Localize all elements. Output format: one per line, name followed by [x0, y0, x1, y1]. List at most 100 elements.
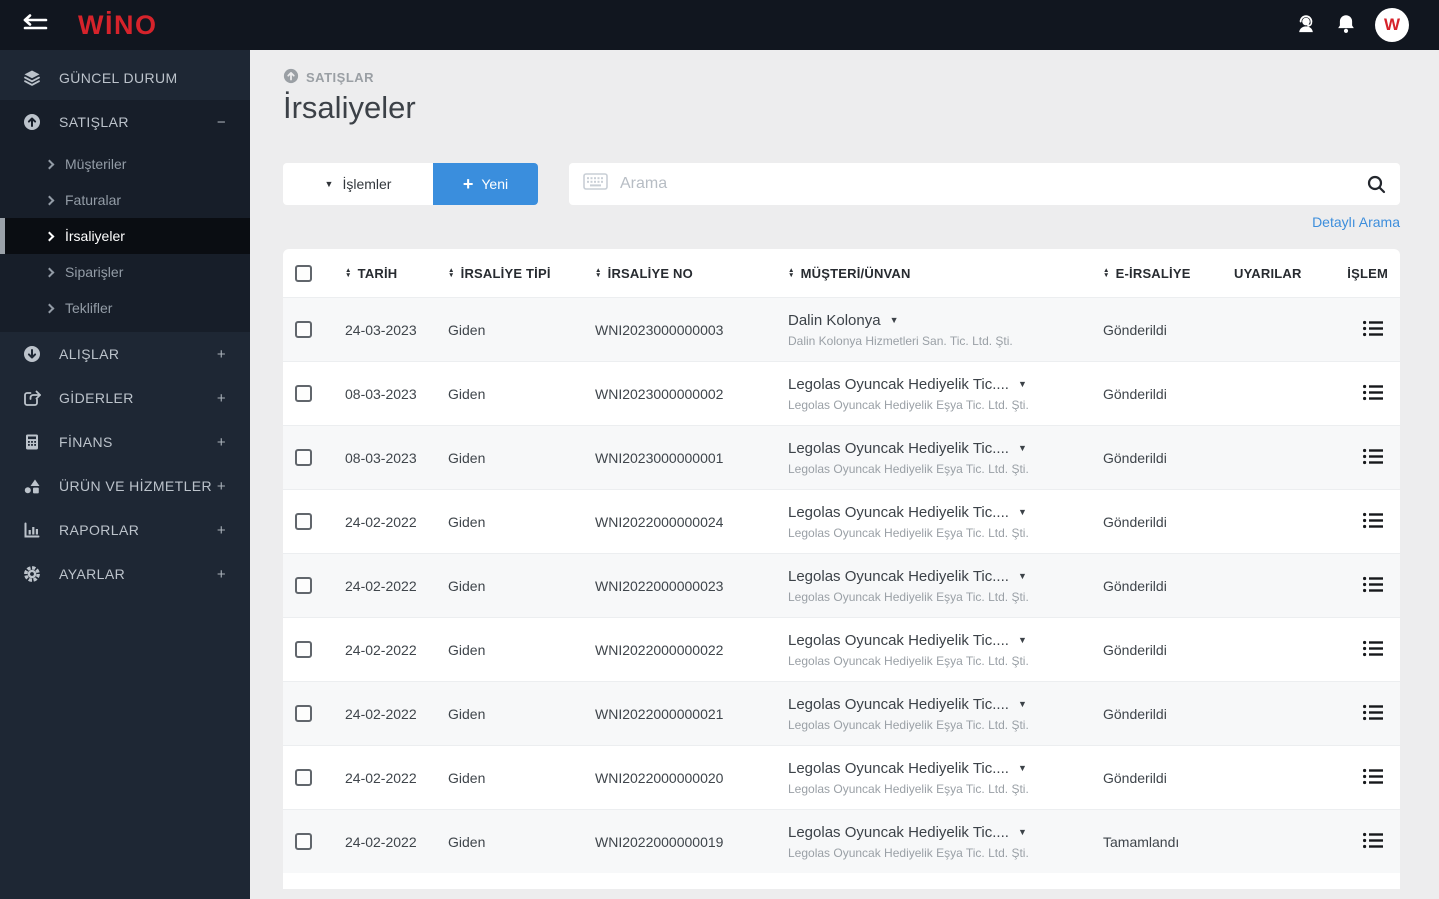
sidebar-subitem-teklifler[interactable]: Teklifler	[0, 290, 250, 326]
row-actions-button[interactable]	[1358, 379, 1388, 409]
column-header-uyarilar: UYARILAR	[1234, 265, 1302, 281]
actions-dropdown-button[interactable]: ▼ İşlemler	[283, 163, 433, 205]
search-icon[interactable]	[1367, 175, 1386, 194]
sidebar-item-label: RAPORLAR	[59, 522, 140, 538]
column-header-tarih[interactable]: ▲ ▼ TARİH	[345, 266, 448, 281]
column-header-irsaliye-tipi[interactable]: ▲ ▼ İRSALİYE TİPİ	[448, 266, 595, 281]
row-actions-button[interactable]	[1358, 315, 1388, 345]
row-date: 24-02-2022	[345, 833, 417, 850]
row-customer-dropdown[interactable]: Legolas Oyuncak Hediyelik Tic.... ▼	[788, 824, 1103, 841]
row-customer-dropdown[interactable]: Legolas Oyuncak Hediyelik Tic.... ▼	[788, 568, 1103, 585]
row-actions-button[interactable]	[1358, 635, 1388, 665]
sidebar-item-ayarlar[interactable]: AYARLAR +	[0, 552, 250, 596]
table-row: 08-03-2023 Giden WNI2023000000002 Legola…	[283, 361, 1400, 425]
sidebar-item-urun-ve-hizmetler[interactable]: ÜRÜN VE HİZMETLER +	[0, 464, 250, 508]
expand-plus-indicator: +	[216, 477, 226, 495]
sidebar-item-giderler[interactable]: GİDERLER +	[0, 376, 250, 420]
column-header-e-irsaliye[interactable]: ▲ ▼ E-İRSALİYE	[1103, 266, 1234, 281]
sidebar-item-label: FİNANS	[59, 434, 113, 450]
row-irsaliye-type: Giden	[448, 449, 486, 466]
chevron-right-icon	[44, 303, 55, 313]
sidebar-item-label: SATIŞLAR	[59, 114, 129, 130]
row-actions-button[interactable]	[1358, 699, 1388, 729]
row-irsaliye-no: WNI2022000000020	[595, 769, 724, 786]
row-checkbox[interactable]	[295, 321, 312, 338]
row-customer-dropdown[interactable]: Legolas Oyuncak Hediyelik Tic.... ▼	[788, 696, 1103, 713]
column-header-musteri-unvan[interactable]: ▲ ▼ MÜŞTERİ/ÜNVAN	[788, 266, 1103, 281]
sidebar-group-satislar: SATIŞLAR − Müşteriler Faturalar İrsaliye…	[0, 100, 250, 332]
row-checkbox[interactable]	[295, 641, 312, 658]
row-customer-dropdown[interactable]: Dalin Kolonya ▼	[788, 312, 1103, 329]
breadcrumb[interactable]: SATIŞLAR	[283, 68, 1400, 87]
chevron-right-icon	[44, 159, 55, 169]
sidebar-subitem-musteriler[interactable]: Müşteriler	[0, 146, 250, 182]
sidebar-item-finans[interactable]: FİNANS +	[0, 420, 250, 464]
arrow-down-circle-icon	[22, 345, 42, 363]
row-date: 08-03-2023	[345, 449, 417, 466]
sidebar-subitem-label: Siparişler	[65, 264, 124, 280]
sidebar-subitem-siparisler[interactable]: Siparişler	[0, 254, 250, 290]
sidebar-item-guncel-durum[interactable]: GÜNCEL DURUM	[0, 56, 250, 100]
arrow-up-circle-icon	[283, 68, 299, 87]
chevron-right-icon	[44, 231, 55, 241]
detailed-search-link[interactable]: Detaylı Arama	[1312, 214, 1400, 230]
notifications-button[interactable]	[1335, 13, 1357, 38]
sidebar-subitem-irsaliyeler[interactable]: İrsaliyeler	[0, 218, 250, 254]
row-irsaliye-no: WNI2023000000003	[595, 321, 724, 338]
row-customer-dropdown[interactable]: Legolas Oyuncak Hediyelik Tic.... ▼	[788, 376, 1103, 393]
row-e-irsaliye-status: Tamamlandı	[1103, 833, 1180, 850]
bar-chart-icon	[22, 521, 42, 539]
row-customer-name: Legolas Oyuncak Hediyelik Tic....	[788, 567, 1009, 585]
row-date: 24-03-2023	[345, 321, 417, 338]
sidebar-subitem-faturalar[interactable]: Faturalar	[0, 182, 250, 218]
expand-plus-indicator: +	[216, 433, 226, 451]
row-actions-button[interactable]	[1358, 571, 1388, 601]
main-content: SATIŞLAR İrsaliyeler ▼ İşlemler + Yeni A…	[250, 50, 1439, 899]
sidebar-item-satislar[interactable]: SATIŞLAR −	[0, 100, 250, 144]
headset-support-icon	[1295, 13, 1317, 38]
collapse-sidebar-button[interactable]	[10, 6, 56, 45]
row-customer-name: Legolas Oyuncak Hediyelik Tic....	[788, 695, 1009, 713]
new-button[interactable]: + Yeni	[433, 163, 538, 205]
row-actions-button[interactable]	[1358, 507, 1388, 537]
row-irsaliye-no: WNI2022000000019	[595, 833, 724, 850]
row-checkbox[interactable]	[295, 449, 312, 466]
row-checkbox[interactable]	[295, 833, 312, 850]
column-header-irsaliye-no[interactable]: ▲ ▼ İRSALİYE NO	[595, 266, 788, 281]
row-actions-button[interactable]	[1358, 827, 1388, 857]
satislar-submenu: Müşteriler Faturalar İrsaliyeler Sipariş…	[0, 144, 250, 326]
row-date: 24-02-2022	[345, 577, 417, 594]
list-menu-icon	[1362, 703, 1384, 725]
sort-icon: ▲ ▼	[448, 266, 455, 279]
row-date: 24-02-2022	[345, 641, 417, 658]
row-checkbox[interactable]	[295, 577, 312, 594]
support-button[interactable]	[1295, 13, 1317, 38]
row-customer-dropdown[interactable]: Legolas Oyuncak Hediyelik Tic.... ▼	[788, 504, 1103, 521]
row-date: 08-03-2023	[345, 385, 417, 402]
row-irsaliye-type: Giden	[448, 577, 486, 594]
row-customer-dropdown[interactable]: Legolas Oyuncak Hediyelik Tic.... ▼	[788, 760, 1103, 777]
sidebar-item-raporlar[interactable]: RAPORLAR +	[0, 508, 250, 552]
row-customer-name: Dalin Kolonya	[788, 311, 881, 329]
row-actions-button[interactable]	[1358, 763, 1388, 793]
list-menu-icon	[1362, 639, 1384, 661]
row-customer-dropdown[interactable]: Legolas Oyuncak Hediyelik Tic.... ▼	[788, 632, 1103, 649]
sidebar-item-alislar[interactable]: ALIŞLAR +	[0, 332, 250, 376]
row-checkbox[interactable]	[295, 769, 312, 786]
row-customer-company: Legolas Oyuncak Hediyelik Eşya Tic. Ltd.…	[788, 717, 1029, 732]
row-checkbox[interactable]	[295, 513, 312, 530]
row-checkbox[interactable]	[295, 705, 312, 722]
row-customer-dropdown[interactable]: Legolas Oyuncak Hediyelik Tic.... ▼	[788, 440, 1103, 457]
user-avatar[interactable]: W	[1375, 8, 1409, 42]
table-body: 24-03-2023 Giden WNI2023000000003 Dalin …	[283, 297, 1400, 873]
toolbar: ▼ İşlemler + Yeni	[283, 163, 1400, 205]
calculator-icon	[22, 433, 42, 451]
caret-down-icon: ▼	[1017, 507, 1027, 517]
search-input[interactable]	[620, 175, 1355, 193]
table-row: 08-03-2023 Giden WNI2023000000001 Legola…	[283, 425, 1400, 489]
table-row: 24-02-2022 Giden WNI2022000000019 Legola…	[283, 809, 1400, 873]
row-actions-button[interactable]	[1358, 443, 1388, 473]
select-all-checkbox[interactable]	[295, 264, 312, 282]
row-checkbox[interactable]	[295, 385, 312, 402]
row-customer-name: Legolas Oyuncak Hediyelik Tic....	[788, 503, 1009, 521]
